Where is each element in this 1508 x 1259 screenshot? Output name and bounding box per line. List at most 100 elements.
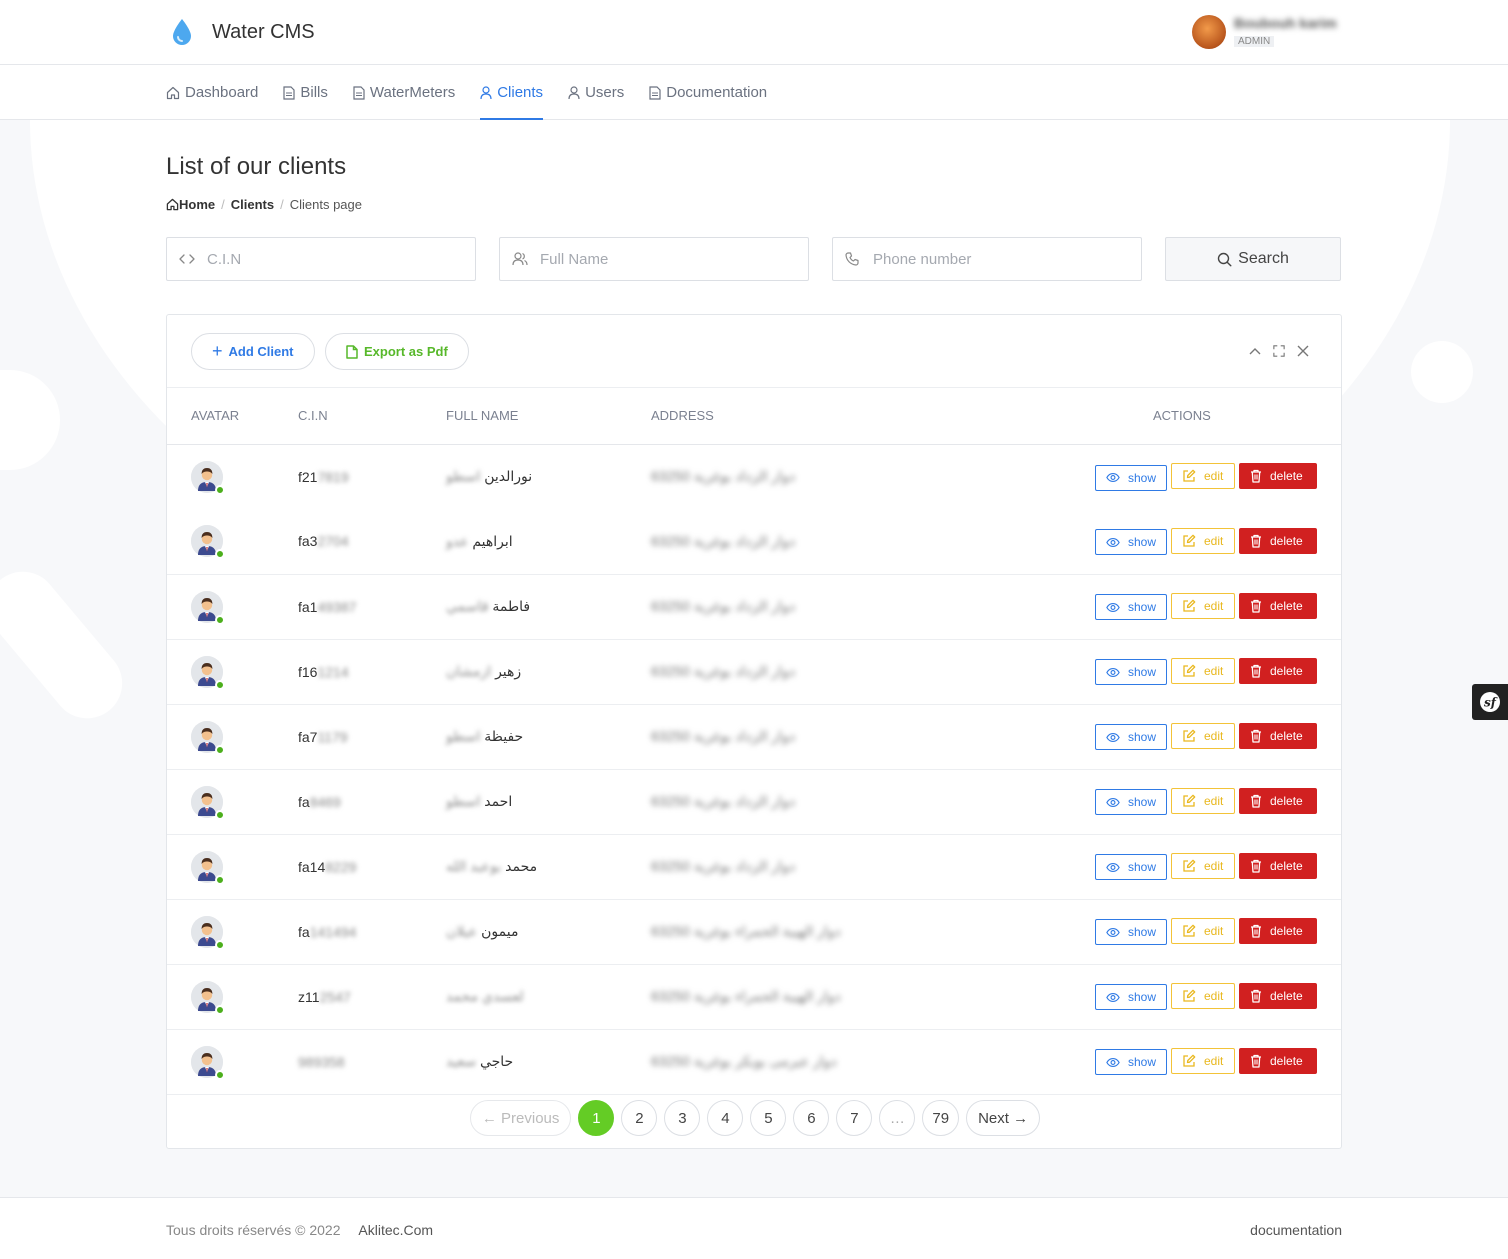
cin-redacted: 7819 — [317, 468, 349, 485]
name-visible: نورالدين — [484, 468, 533, 485]
edit-button[interactable]: edit — [1171, 527, 1235, 554]
edit-button[interactable]: edit — [1171, 852, 1235, 879]
cin-input[interactable] — [207, 250, 457, 268]
edit-button[interactable]: edit — [1171, 592, 1235, 619]
page-button-3[interactable]: 3 — [664, 1100, 701, 1136]
cin-redacted: 8229 — [325, 858, 357, 875]
edit-label: edit — [1204, 728, 1224, 743]
nav-item-bills[interactable]: Bills — [283, 65, 328, 120]
page-button-2[interactable]: 2 — [621, 1100, 658, 1136]
export-pdf-button[interactable]: Export as Pdf — [325, 333, 469, 370]
edit-button[interactable]: edit — [1171, 787, 1235, 814]
nav-item-watermeters[interactable]: WaterMeters — [353, 65, 455, 120]
page-button-4[interactable]: 4 — [707, 1100, 744, 1136]
cin-cell: fa141494 — [298, 899, 446, 965]
next-page-button[interactable]: Next → — [966, 1100, 1041, 1136]
show-button[interactable]: show — [1095, 594, 1167, 621]
breadcrumb-clients[interactable]: Clients — [231, 197, 274, 212]
nav-item-dashboard[interactable]: Dashboard — [166, 65, 258, 120]
delete-button[interactable]: delete — [1239, 722, 1317, 749]
collapse-icon[interactable] — [1249, 344, 1261, 358]
delete-button[interactable]: delete — [1239, 527, 1317, 554]
nav-label: Documentation — [666, 84, 768, 101]
show-label: show — [1127, 860, 1156, 875]
column-header-full-name: FULL NAME — [446, 388, 651, 445]
delete-button[interactable]: delete — [1239, 852, 1317, 879]
show-label: show — [1127, 730, 1156, 745]
delete-button[interactable]: delete — [1239, 917, 1317, 944]
edit-button[interactable]: edit — [1171, 1047, 1235, 1074]
full-name-input[interactable] — [540, 250, 790, 268]
table-row: fa32704 ابراهيم عدو دوار الزداد بوغرية 632… — [167, 509, 1341, 575]
nav-item-documentation[interactable]: Documentation — [649, 65, 767, 120]
edit-label: edit — [1204, 469, 1224, 483]
app-logo[interactable]: Water CMS — [166, 16, 315, 48]
delete-button[interactable]: delete — [1239, 463, 1317, 489]
show-button[interactable]: show — [1095, 984, 1167, 1011]
edit-icon — [1183, 599, 1196, 612]
user-icon — [480, 85, 492, 99]
user-menu[interactable]: Boubouh karim ADMIN — [1192, 15, 1337, 49]
page-button-1[interactable]: 1 — [578, 1100, 615, 1136]
delete-button[interactable]: delete — [1239, 982, 1317, 1009]
avatar-cell — [167, 899, 298, 965]
footer-brand-link[interactable]: Aklitec.Com — [358, 1222, 433, 1238]
footer-documentation-link[interactable]: documentation — [1250, 1222, 1342, 1238]
cin-redacted: 989358 — [298, 1053, 345, 1070]
nav-item-clients[interactable]: Clients — [480, 65, 543, 120]
breadcrumb-home[interactable]: Home — [179, 197, 215, 212]
edit-button[interactable]: edit — [1171, 463, 1235, 489]
name-redacted: قاسمي — [446, 598, 489, 614]
show-button[interactable]: show — [1095, 464, 1167, 491]
edit-icon — [1183, 989, 1196, 1002]
search-button[interactable]: Search — [1165, 237, 1341, 281]
address-redacted: دوار عبرمى بوبكر بوغرية 63250 — [651, 1053, 837, 1069]
show-button[interactable]: show — [1095, 529, 1167, 555]
breadcrumb-separator: / — [280, 197, 284, 212]
add-client-button[interactable]: + Add Client — [191, 333, 315, 370]
show-button[interactable]: show — [1095, 919, 1167, 946]
edit-button[interactable]: edit — [1171, 982, 1235, 1009]
name-redacted: ازمشان — [446, 663, 492, 679]
phone-input[interactable] — [873, 250, 1123, 268]
cin-redacted: 141494 — [309, 923, 357, 940]
cin-visible: fa3 — [298, 533, 318, 550]
nav-item-users[interactable]: Users — [568, 65, 624, 120]
show-button[interactable]: show — [1095, 659, 1167, 686]
delete-button[interactable]: delete — [1239, 1047, 1317, 1074]
edit-button[interactable]: edit — [1171, 657, 1235, 684]
cin-cell: f161214 — [298, 639, 446, 705]
close-icon[interactable] — [1297, 344, 1309, 358]
edit-button[interactable]: edit — [1171, 722, 1235, 749]
column-header-actions: ACTIONS — [981, 388, 1341, 445]
show-button[interactable]: show — [1095, 854, 1167, 881]
address-cell: دوار الزداد بوغرية 63250 — [651, 834, 981, 900]
delete-label: delete — [1270, 598, 1303, 613]
name-visible: ابراهيم — [472, 532, 513, 549]
fullscreen-icon[interactable] — [1273, 344, 1285, 358]
edit-icon — [1183, 859, 1196, 872]
address-redacted: دوار الزداد بوغرية 63250 — [651, 858, 796, 874]
eye-icon — [1106, 927, 1120, 937]
online-status-dot — [215, 614, 225, 625]
delete-button[interactable]: delete — [1239, 787, 1317, 814]
show-button[interactable]: show — [1095, 1049, 1167, 1076]
address-cell: دوار عبرمى بوبكر بوغرية 63250 — [651, 1029, 981, 1095]
show-button[interactable]: show — [1095, 789, 1167, 816]
page-button-7[interactable]: 7 — [836, 1100, 873, 1136]
delete-button[interactable]: delete — [1239, 592, 1317, 619]
page-button-6[interactable]: 6 — [793, 1100, 830, 1136]
online-status-dot — [215, 679, 225, 690]
edit-icon — [1183, 534, 1196, 547]
show-button[interactable]: show — [1095, 724, 1167, 751]
clients-card: + Add Client Export as Pdf AVATAR C.I.N … — [166, 314, 1342, 1149]
previous-page-button[interactable]: ← Previous — [469, 1100, 572, 1136]
table-row: 989358 حاجي سعيد دوار عبرمى بوبكر بوغرية 6… — [167, 1029, 1341, 1095]
symfony-toolbar-toggle[interactable]: sf — [1472, 684, 1508, 720]
edit-button[interactable]: edit — [1171, 917, 1235, 944]
page-button-5[interactable]: 5 — [750, 1100, 787, 1136]
trash-icon — [1251, 859, 1261, 873]
edit-icon — [1183, 1054, 1196, 1067]
delete-button[interactable]: delete — [1239, 657, 1317, 684]
page-button-79[interactable]: 79 — [922, 1100, 960, 1136]
